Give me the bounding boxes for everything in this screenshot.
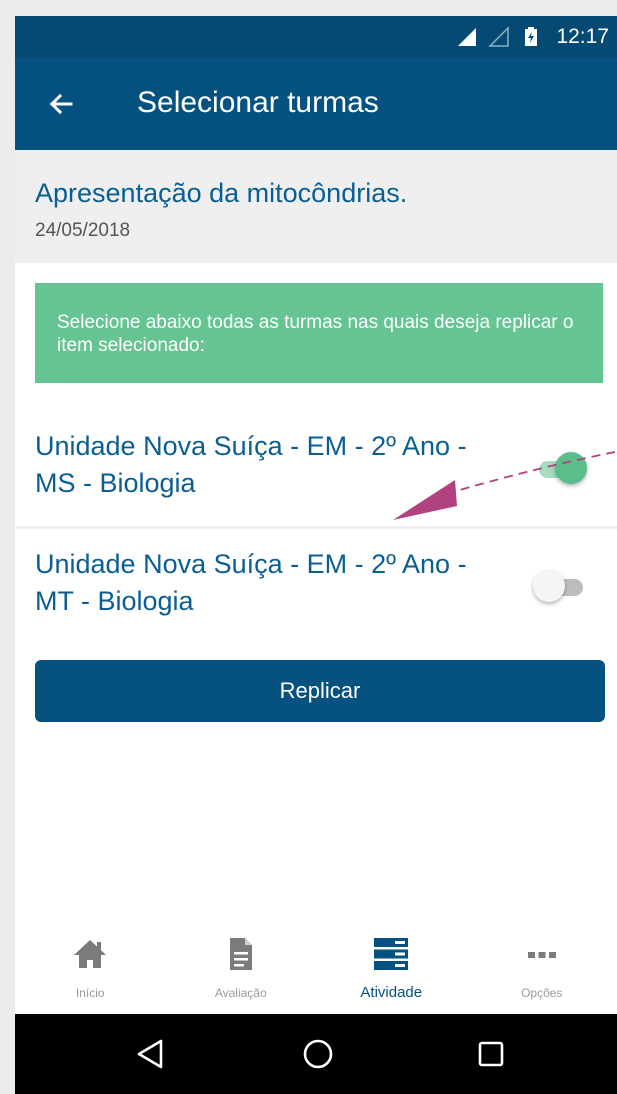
- status-bar: 12:17: [15, 16, 617, 58]
- signal-icon: [458, 28, 477, 46]
- toggle-thumb: [533, 570, 565, 602]
- signal-empty-icon: [488, 26, 510, 47]
- divider: [15, 526, 617, 529]
- class-row[interactable]: Unidade Nova Suíça - EM - 2º Ano - MS - …: [15, 414, 617, 526]
- back-triangle-icon[interactable]: [133, 1036, 169, 1072]
- battery-icon: [525, 27, 538, 46]
- clock: 12:17: [556, 25, 609, 48]
- recents-square-icon[interactable]: [473, 1036, 509, 1072]
- class-toggle-on[interactable]: [535, 448, 591, 488]
- replicate-button[interactable]: Replicar: [35, 660, 605, 722]
- nav-label: Avaliação: [214, 986, 267, 1000]
- document-icon: [229, 938, 252, 970]
- nav-label: Atividade: [360, 984, 423, 1001]
- info-banner: Selecione abaixo todas as turmas nas qua…: [35, 283, 603, 383]
- activity-date: 24/05/2018: [35, 220, 131, 241]
- info-message: Selecione abaixo todas as turmas nas qua…: [57, 312, 574, 356]
- class-label: Unidade Nova Suíça - EM - 2º Ano - MT - …: [35, 549, 467, 616]
- home-circle-icon[interactable]: [300, 1036, 336, 1072]
- class-row[interactable]: Unidade Nova Suíça - EM - 2º Ano - MT - …: [15, 532, 617, 644]
- toggle-thumb: [555, 452, 587, 484]
- phone-screen: 12:17 Selecionar turmas Apresentação da …: [15, 16, 617, 1094]
- more-icon: [527, 952, 556, 958]
- nav-item-inicio[interactable]: Início: [15, 916, 166, 1014]
- nav-label: Início: [75, 986, 105, 1000]
- system-nav-bar: [15, 1014, 617, 1094]
- page-title: Selecionar turmas: [137, 86, 379, 119]
- home-icon: [74, 940, 107, 968]
- class-toggle-off[interactable]: [533, 566, 591, 606]
- activity-list-icon: [374, 938, 409, 970]
- nav-item-atividade[interactable]: Atividade: [316, 916, 467, 1014]
- activity-header: Apresentação da mitocôndrias. 24/05/2018: [15, 150, 617, 263]
- class-label: Unidade Nova Suíça - EM - 2º Ano - MS - …: [35, 431, 467, 498]
- back-arrow-icon[interactable]: [45, 88, 77, 120]
- nav-item-avaliacao[interactable]: Avaliação: [166, 916, 317, 1014]
- activity-title: Apresentação da mitocôndrias.: [35, 178, 408, 208]
- nav-label: Opções: [521, 986, 563, 1000]
- app-bar: Selecionar turmas: [15, 58, 617, 150]
- bottom-nav: Início Avaliação Atividade Opções: [15, 916, 617, 1014]
- nav-item-opcoes[interactable]: Opções: [467, 916, 617, 1014]
